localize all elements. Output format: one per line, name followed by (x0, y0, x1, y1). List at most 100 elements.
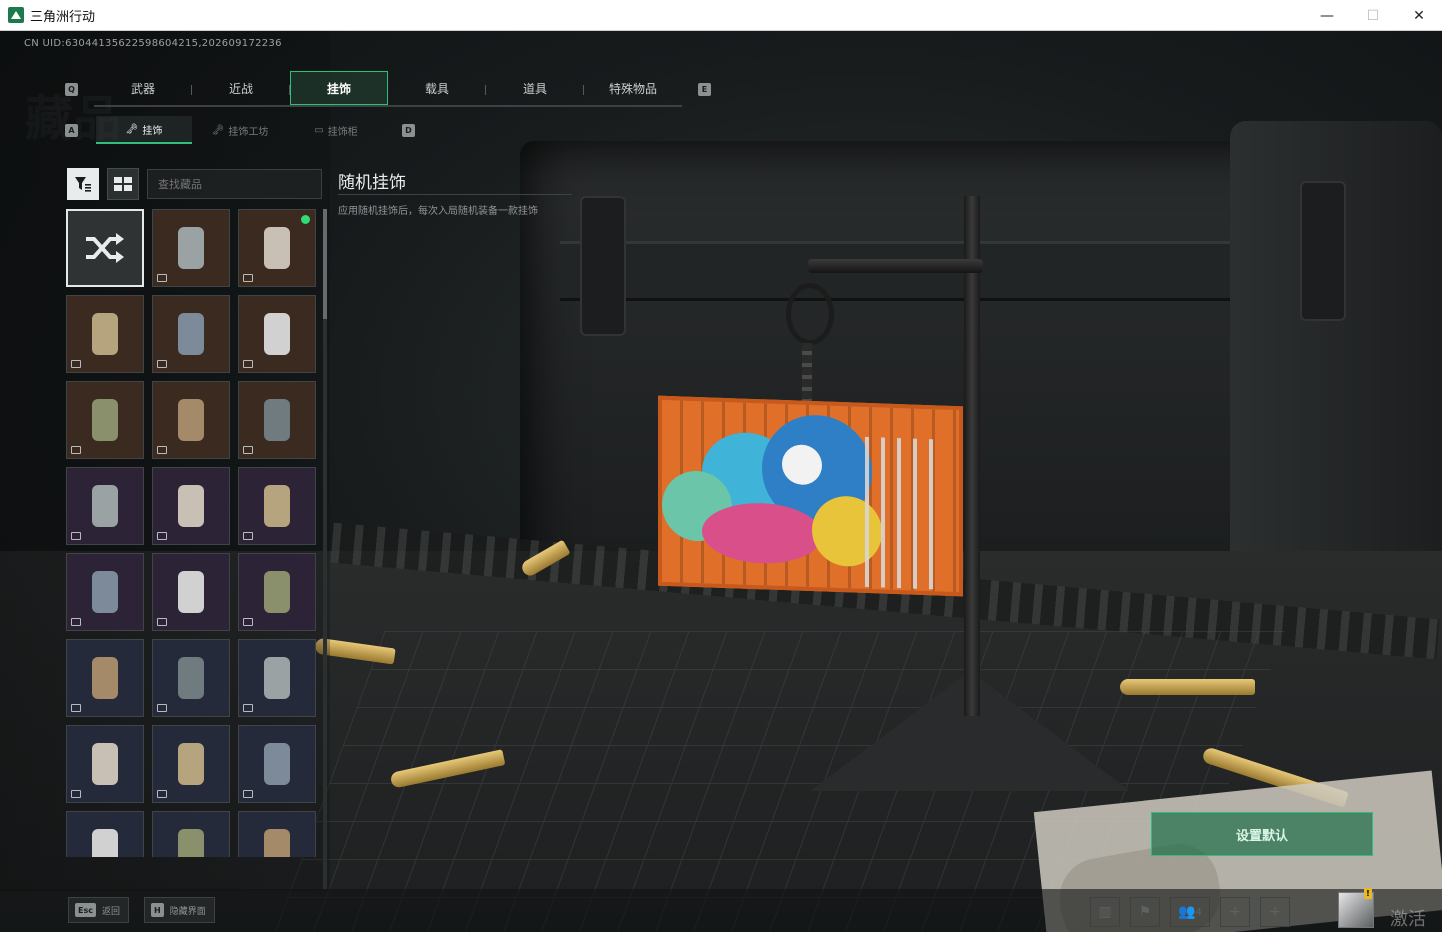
charm-thumbnail (264, 227, 290, 269)
prev-subtab-key[interactable]: A (65, 123, 78, 137)
charm-tile[interactable] (66, 811, 144, 857)
image-preview-icon (243, 446, 253, 454)
charm-thumbnail (264, 571, 290, 613)
filter-button[interactable] (67, 168, 99, 200)
tab-weapons[interactable]: 武器 (94, 71, 192, 105)
prev-tab-key[interactable]: Q (65, 82, 78, 96)
charm-tile[interactable] (66, 295, 144, 373)
charm-thumbnail (92, 829, 118, 857)
charm-tile[interactable] (238, 381, 316, 459)
charm-thumbnail (178, 657, 204, 699)
image-preview-icon (157, 532, 167, 540)
charm-tile[interactable] (238, 209, 316, 287)
back-hint-button[interactable]: Esc 返回 (68, 897, 129, 923)
maximize-button[interactable]: ☐ (1350, 0, 1396, 31)
filter-icon (75, 177, 91, 192)
charm-thumbnail (264, 313, 290, 355)
next-subtab-key[interactable]: D (402, 123, 415, 137)
image-preview-icon (243, 274, 253, 282)
image-preview-icon (157, 704, 167, 712)
image-preview-icon (243, 618, 253, 626)
image-preview-icon (243, 360, 253, 368)
tab-charms[interactable]: 挂饰 (290, 71, 388, 105)
subtab-charm-workshop[interactable]: 🗝 挂饰工坊 (192, 116, 288, 144)
keyring (786, 283, 834, 345)
charm-tile[interactable] (152, 295, 230, 373)
charm-tile[interactable] (66, 639, 144, 717)
charm-tile[interactable] (152, 811, 230, 857)
add-slot-icon[interactable]: + (1220, 897, 1250, 927)
image-preview-icon (71, 532, 81, 540)
image-preview-icon (71, 618, 81, 626)
charm-tile[interactable] (66, 381, 144, 459)
hide-ui-label: 隐藏界面 (169, 906, 206, 917)
close-button[interactable]: ✕ (1396, 0, 1442, 31)
container-charm-preview[interactable] (658, 395, 963, 597)
image-preview-icon (157, 446, 167, 454)
random-charm-tile[interactable] (66, 209, 144, 287)
tab-props[interactable]: 道具 (486, 71, 584, 105)
graffiti-shape (782, 444, 822, 486)
image-preview-icon (243, 704, 253, 712)
charm-tile[interactable] (238, 811, 316, 857)
friends-count: 4 (1195, 906, 1202, 918)
case-latch (580, 196, 626, 336)
esc-key: Esc (75, 903, 96, 917)
charm-thumbnail (264, 485, 290, 527)
minimize-button[interactable]: — (1304, 0, 1350, 31)
subtab-charms-label: 挂饰 (142, 125, 163, 137)
charm-tile[interactable] (152, 639, 230, 717)
window-title: 三角洲行动 (30, 9, 96, 25)
charm-chain (802, 343, 812, 403)
main-category-tabs: Q 武器 近战 挂饰 载具 道具 特殊物品 E (65, 71, 711, 107)
flag-icon[interactable]: ⚑ (1130, 897, 1160, 927)
charm-tile[interactable] (238, 467, 316, 545)
user-uid: CN UID:6304413562259860421​5,20260917223… (24, 38, 282, 49)
stats-icon[interactable]: ▥ (1090, 897, 1120, 927)
subtab-charm-cabinet[interactable]: ▭ 挂饰柜 (288, 116, 384, 144)
charm-tile[interactable] (152, 467, 230, 545)
activate-watermark: 激活 W (1390, 909, 1426, 932)
charm-tile[interactable] (238, 725, 316, 803)
tab-vehicles[interactable]: 载具 (388, 71, 486, 105)
window-controls: — ☐ ✕ (1304, 0, 1442, 31)
charm-tile[interactable] (66, 467, 144, 545)
image-preview-icon (157, 618, 167, 626)
charm-tile[interactable] (152, 209, 230, 287)
grid-scrollbar-thumb[interactable] (323, 209, 327, 319)
charm-tile[interactable] (66, 725, 144, 803)
charm-tile[interactable] (238, 639, 316, 717)
hide-ui-hint-button[interactable]: H 隐藏界面 (144, 897, 215, 923)
charm-grid (66, 209, 318, 857)
sub-category-tabs: A 🗝 挂饰 🗝 挂饰工坊 ▭ 挂饰柜 D (65, 116, 415, 144)
set-default-button[interactable]: 设置默认 (1151, 812, 1373, 856)
subtab-cabinet-label: 挂饰柜 (327, 126, 358, 138)
detail-title: 随机挂饰 (338, 173, 406, 193)
grid-view-button[interactable] (107, 168, 139, 200)
friends-button[interactable]: 👥 4 (1170, 897, 1210, 927)
charm-tile[interactable] (152, 381, 230, 459)
case-latch (1300, 181, 1346, 321)
charm-tile[interactable] (152, 553, 230, 631)
avatar-alert-badge: ! (1364, 888, 1372, 899)
charm-tile[interactable] (238, 553, 316, 631)
image-preview-icon (157, 790, 167, 798)
tab-melee[interactable]: 近战 (192, 71, 290, 105)
image-preview-icon (157, 274, 167, 282)
charm-icon: 🗝 (125, 123, 139, 135)
search-input[interactable] (147, 169, 322, 199)
back-label: 返回 (101, 906, 120, 917)
charm-tile[interactable] (152, 725, 230, 803)
image-preview-icon (157, 360, 167, 368)
charm-tile[interactable] (238, 295, 316, 373)
charm-tile[interactable] (66, 553, 144, 631)
charm-thumbnail (178, 743, 204, 785)
tab-special-items[interactable]: 特殊物品 (584, 71, 682, 105)
image-preview-icon (71, 790, 81, 798)
next-tab-key[interactable]: E (698, 82, 711, 96)
friends-icon: 👥 (1178, 904, 1196, 920)
grid-scrollbar[interactable] (323, 209, 327, 889)
charm-thumbnail (92, 399, 118, 441)
add-slot-icon[interactable]: + (1260, 897, 1290, 927)
subtab-charms[interactable]: 🗝 挂饰 (96, 116, 192, 144)
